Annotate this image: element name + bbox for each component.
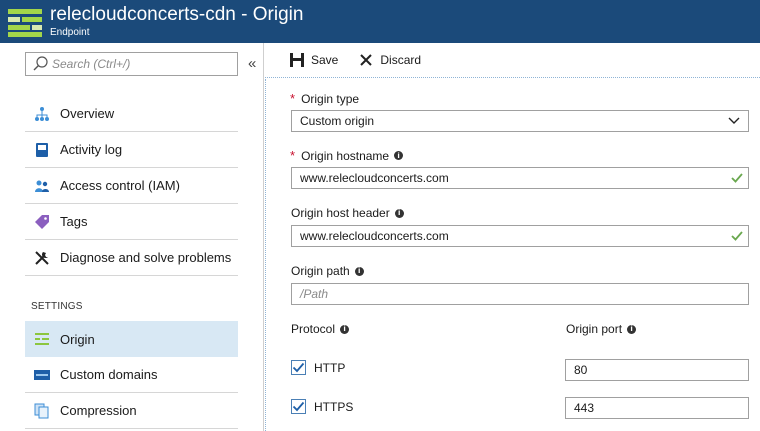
checkmark-icon: [730, 172, 744, 187]
sidebar-item-label: Compression: [60, 403, 137, 418]
http-label: HTTP: [314, 360, 346, 375]
sidebar-item-overview[interactable]: Overview: [25, 96, 238, 132]
https-checkbox[interactable]: [291, 399, 306, 414]
sidebar: « Overview Activity log: [0, 43, 264, 431]
page-title: relecloudconcerts-cdn - Origin: [50, 4, 304, 25]
sidebar-item-label: Tags: [60, 214, 88, 229]
sidebar-item-activity-log[interactable]: Activity log: [25, 132, 238, 168]
required-marker: *: [290, 148, 296, 163]
origin-hostname-input[interactable]: www.relecloudconcerts.com: [291, 167, 749, 189]
sidebar-item-label: Origin: [60, 331, 95, 347]
http-checkbox-row[interactable]: HTTP: [291, 360, 345, 375]
sidebar-item-diagnose[interactable]: Diagnose and solve problems: [25, 240, 238, 276]
https-port-input[interactable]: 443: [565, 397, 749, 419]
sidebar-item-access-control[interactable]: Access control (IAM): [25, 168, 238, 204]
search-box[interactable]: [25, 52, 238, 76]
wrench-icon: [34, 250, 50, 266]
compress-icon: [34, 403, 50, 419]
discard-label: Discard: [380, 53, 422, 67]
info-icon[interactable]: i: [394, 151, 404, 160]
https-checkbox-row[interactable]: HTTPS: [291, 399, 353, 414]
required-marker: *: [290, 91, 296, 106]
origin-type-select[interactable]: Custom origin: [291, 110, 749, 132]
sidebar-item-origin[interactable]: Origin: [25, 321, 238, 357]
origin-path-label: Origin path i: [291, 264, 364, 278]
save-label: Save: [311, 53, 339, 67]
main-panel: Save Discard * Origin type Custom origin…: [265, 43, 760, 431]
save-icon: [289, 52, 305, 68]
discard-button[interactable]: Discard: [358, 52, 421, 68]
sidebar-item-label: Diagnose and solve problems: [60, 250, 232, 265]
origin-icon: [34, 331, 50, 347]
save-button[interactable]: Save: [289, 52, 338, 68]
settings-nav: Origin Custom domains Compression: [25, 321, 238, 429]
origin-host-header-label: Origin host header i: [291, 206, 404, 220]
tag-icon: [34, 214, 50, 230]
sidebar-item-compression[interactable]: Compression: [25, 393, 238, 429]
search-input[interactable]: [52, 57, 222, 71]
checkmark-icon: [730, 230, 744, 245]
info-icon[interactable]: i: [354, 266, 364, 276]
info-icon[interactable]: i: [627, 324, 637, 334]
settings-section-label: SETTINGS: [31, 301, 83, 312]
sidebar-item-tags[interactable]: Tags: [25, 204, 238, 240]
network-icon: [34, 106, 50, 122]
info-icon[interactable]: i: [340, 324, 350, 334]
close-icon: [358, 52, 374, 68]
chevron-down-icon: [728, 115, 740, 130]
users-icon: [34, 178, 50, 194]
origin-type-label: * Origin type: [290, 91, 360, 106]
origin-path-input[interactable]: /Path: [291, 283, 749, 305]
www-icon: [34, 367, 50, 383]
origin-port-label: Origin port i: [566, 322, 637, 336]
https-label: HTTPS: [314, 399, 354, 414]
origin-hostname-label: * Origin hostname i: [290, 148, 404, 163]
collapse-sidebar-icon[interactable]: «: [248, 55, 256, 72]
sidebar-item-label: Activity log: [60, 142, 123, 157]
http-checkbox[interactable]: [291, 360, 306, 375]
sidebar-item-label: Overview: [60, 106, 115, 121]
info-icon[interactable]: i: [394, 208, 404, 218]
cdn-logo-icon: [8, 7, 42, 37]
toolbar: Save Discard: [265, 43, 760, 78]
origin-host-header-input[interactable]: www.relecloudconcerts.com: [291, 225, 749, 247]
protocol-label: Protocol i: [291, 322, 350, 336]
header-bar: relecloudconcerts-cdn - Origin Endpoint: [0, 0, 760, 43]
sidebar-item-label: Custom domains: [60, 367, 158, 382]
http-port-input[interactable]: 80: [565, 359, 749, 381]
page-subtitle: Endpoint: [50, 27, 90, 38]
sidebar-item-custom-domains[interactable]: Custom domains: [25, 357, 238, 393]
search-icon: [30, 53, 52, 75]
sidebar-item-label: Access control (IAM): [60, 178, 180, 193]
origin-form: * Origin type Custom origin * Origin hos…: [265, 79, 760, 431]
book-icon: [34, 142, 50, 158]
sidebar-nav: Overview Activity log Access control (IA…: [25, 96, 238, 276]
